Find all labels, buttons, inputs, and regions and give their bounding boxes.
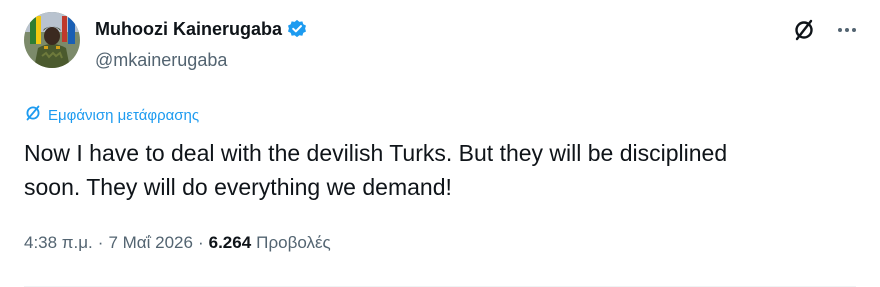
avatar[interactable]	[24, 12, 80, 68]
verified-badge-icon[interactable]	[287, 19, 307, 39]
more-options-icon[interactable]	[836, 19, 858, 46]
views-label: Προβολές	[256, 233, 331, 252]
author-name-row: Muhoozi Kainerugaba	[95, 18, 307, 40]
meta-separator: ·	[197, 233, 204, 252]
top-actions	[792, 18, 858, 47]
tweet-time[interactable]: 4:38 π.μ.	[24, 232, 93, 254]
views-count[interactable]: 6.264	[209, 232, 252, 254]
author-display-name[interactable]: Muhoozi Kainerugaba	[95, 18, 282, 40]
meta-separator: ·	[97, 233, 104, 252]
translate-icon	[24, 104, 42, 128]
tweet-meta: 4:38 π.μ. · 7 Μαΐ 2026 · 6.264 Προβολές	[24, 232, 331, 254]
avatar-image	[24, 12, 80, 68]
tweet-text: Now I have to deal with the devilish Tur…	[24, 140, 728, 200]
tweet-card: Muhoozi Kainerugaba @mkainerugaba Εμφάνι…	[0, 0, 880, 287]
tweet-date[interactable]: 7 Μαΐ 2026	[108, 232, 193, 254]
grok-icon[interactable]	[792, 18, 816, 47]
author-handle[interactable]: @mkainerugaba	[95, 49, 227, 71]
show-translation-label: Εμφάνιση μετάφρασης	[48, 107, 200, 124]
show-translation-link[interactable]: Εμφάνιση μετάφρασης	[24, 104, 199, 128]
